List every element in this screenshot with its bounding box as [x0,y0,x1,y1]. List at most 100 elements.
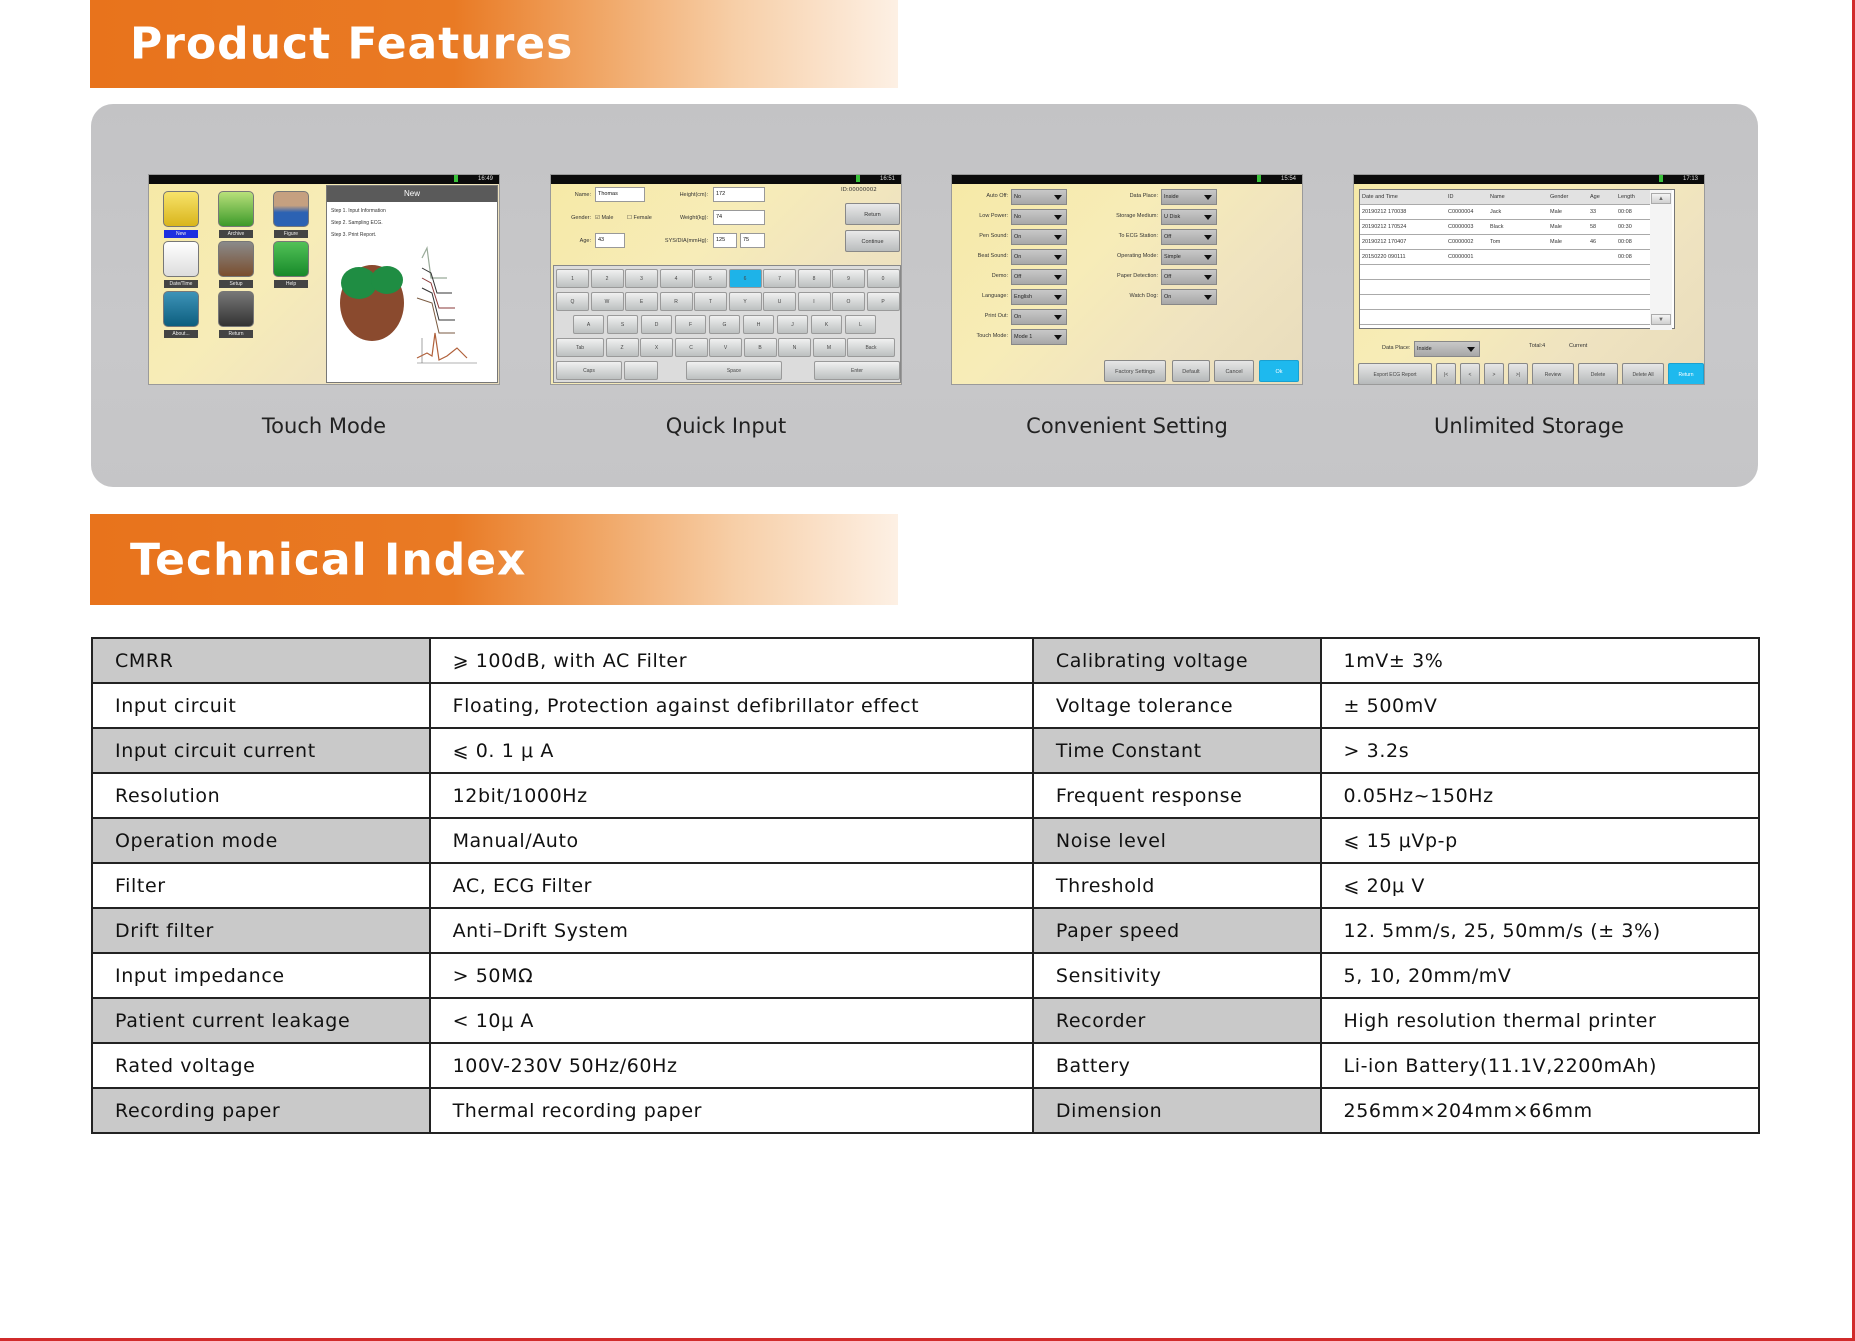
setting-label: Auto Off: [986,193,1008,199]
keyboard-key[interactable]: T [694,292,727,311]
keyboard-key[interactable]: H [743,315,774,334]
keyboard-key[interactable]: Tab [556,338,604,357]
spec-label: Resolution [91,772,431,819]
setting-select[interactable]: On [1011,229,1067,245]
keyboard-key[interactable]: U [763,292,796,311]
keyboard-key[interactable]: Q [556,292,589,311]
column-header: Name [1490,194,1505,200]
setting-select[interactable]: Mode 1 [1011,329,1067,345]
keyboard-key[interactable]: P [866,292,900,311]
review-button[interactable]: Review [1532,363,1574,384]
setting-select[interactable]: No [1011,189,1067,205]
keyboard-key[interactable]: 8 [797,269,831,288]
feature-quick-input: 16:51 ID:00000002 Name: Thomas Gender: ☑… [550,174,902,438]
table-cell: 20190212 170038 [1362,209,1407,215]
keyboard-key[interactable]: 4 [659,269,693,288]
setting-select[interactable]: On [1011,249,1067,265]
scroll-down-button[interactable]: ▼ [1651,314,1671,325]
keyboard-key[interactable]: Caps [556,361,622,380]
name-field[interactable]: Thomas [595,187,645,202]
first-page-button[interactable]: |< [1436,363,1456,384]
scrollbar[interactable]: ▲ ▼ [1650,190,1672,330]
keyboard-key[interactable]: W [590,292,624,311]
keyboard-key[interactable]: 9 [832,269,865,288]
keyboard-key[interactable] [624,361,658,380]
setting-select[interactable]: Simple [1161,249,1217,265]
male-checkbox[interactable]: ☑ Male [595,215,613,221]
keyboard-key[interactable]: M [812,338,846,357]
keyboard-key[interactable]: Space [686,361,782,380]
setting-select[interactable]: U Disk [1161,209,1217,225]
ok-button[interactable]: Ok [1259,360,1299,382]
next-page-button[interactable]: > [1484,363,1504,384]
previous-page-button[interactable]: < [1460,363,1480,384]
cancel-button[interactable]: Cancel [1214,360,1254,382]
setting-select[interactable]: English [1011,289,1067,305]
delete-button[interactable]: Delete [1578,363,1618,384]
setting-select[interactable]: No [1011,209,1067,225]
spec-label: Patient current leakage [91,997,431,1044]
keyboard-key[interactable]: D [641,315,672,334]
keyboard-key[interactable]: X [640,338,673,357]
table-row[interactable] [1360,310,1650,325]
setting-select[interactable]: Inside [1161,189,1217,205]
keyboard-key[interactable]: Z [605,338,639,357]
column-header: Date and Time [1362,194,1398,200]
keyboard-key[interactable]: G [709,315,740,334]
continue-button[interactable]: Continue [845,230,900,252]
table-row[interactable]: 20190212 170038 C0000004 Jack Male 33 00:08 [1360,205,1650,220]
keyboard-key[interactable]: 7 [763,269,796,288]
table-row[interactable]: 20190212 170524 C0000003 Black Male 58 00:30 [1360,220,1650,235]
keyboard-key[interactable]: 6 [728,269,762,288]
record-id: ID:00000002 [841,187,877,193]
scroll-up-button[interactable]: ▲ [1651,193,1671,204]
weight-field[interactable]: 74 [713,210,765,225]
spec-row: Input impedance > 50MΩ Sensitivity 5, 10, 2… [91,952,1761,999]
keyboard-key[interactable]: N [778,338,811,357]
keyboard-key[interactable]: I [797,292,831,311]
keyboard-key[interactable]: F [675,315,706,334]
keyboard-key[interactable]: 1 [556,269,589,288]
export-ecg-report-button[interactable]: Export ECG Report [1358,363,1432,384]
setting-select[interactable]: Off [1161,269,1217,285]
keyboard-key[interactable]: R [659,292,693,311]
keyboard-key[interactable]: 5 [694,269,727,288]
keyboard-key[interactable]: A [573,315,604,334]
table-row[interactable] [1360,280,1650,295]
keyboard-key[interactable]: J [777,315,808,334]
sys-field[interactable]: 125 [713,233,737,248]
table-row[interactable] [1360,295,1650,310]
table-row[interactable]: 20150220 090111 C0000001 00:08 [1360,250,1650,265]
return-button[interactable]: Return [845,203,900,225]
last-page-button[interactable]: >| [1508,363,1528,384]
keyboard-key[interactable]: O [832,292,865,311]
keyboard-key[interactable]: E [625,292,658,311]
height-field[interactable]: 172 [713,187,765,202]
keyboard-key[interactable]: S [607,315,638,334]
keyboard-key[interactable]: V [709,338,742,357]
table-row[interactable]: 20190212 170407 C0000002 Tom Male 46 00:08 [1360,235,1650,250]
keyboard-key[interactable]: Back [847,338,895,357]
keyboard-key[interactable]: B [743,338,777,357]
keyboard-key[interactable]: K [811,315,842,334]
keyboard-key[interactable]: L [845,315,876,334]
data-place-select[interactable]: Inside [1414,341,1480,357]
keyboard-key[interactable]: C [674,338,708,357]
keyboard-key[interactable]: 0 [866,269,900,288]
default-button[interactable]: Default [1172,360,1210,382]
dia-field[interactable]: 75 [740,233,765,248]
factory-settings-button[interactable]: Factory Settings [1104,360,1166,382]
setting-select[interactable]: On [1161,289,1217,305]
keyboard-key[interactable]: 3 [625,269,658,288]
keyboard-key[interactable]: 2 [590,269,624,288]
age-field[interactable]: 43 [595,233,625,248]
feature-touch-mode: 16:49 New Archive Figure Date/Time Setup… [148,174,500,438]
delete-all-button[interactable]: Delete All [1622,363,1664,384]
setting-select[interactable]: Off [1161,229,1217,245]
table-row[interactable] [1360,265,1650,280]
keyboard-key[interactable]: Enter [814,361,900,380]
setting-select[interactable]: On [1011,309,1067,325]
setting-select[interactable]: Off [1011,269,1067,285]
return-button[interactable]: Return [1668,363,1704,384]
keyboard-key[interactable]: Y [728,292,762,311]
